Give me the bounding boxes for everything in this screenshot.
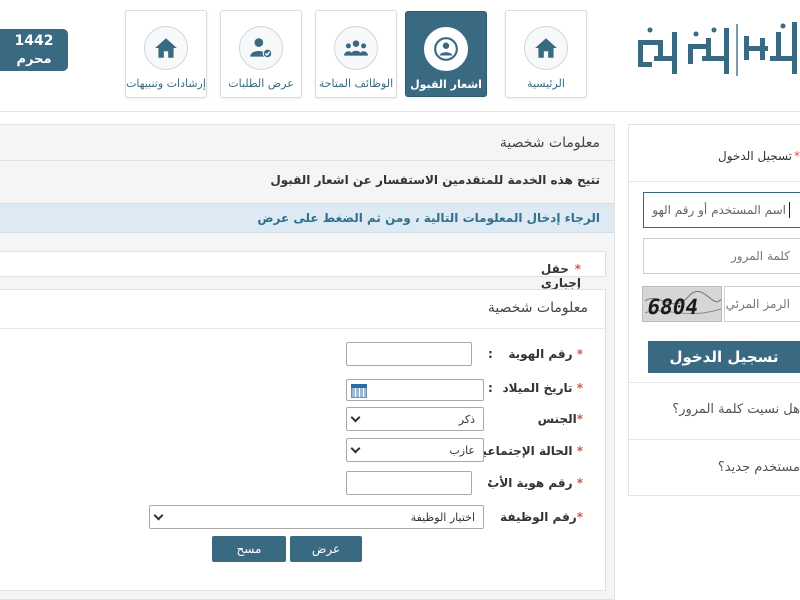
- chevron-down-icon: [350, 443, 361, 454]
- home-icon: [524, 26, 568, 70]
- personal-info-form: معلومات شخصية رقم الهوية * : تاريخ الميل…: [0, 289, 606, 591]
- divider: [0, 160, 614, 161]
- chevron-down-icon: [350, 412, 361, 423]
- forgot-password-link[interactable]: هل نسيت كلمة المرور؟: [672, 402, 800, 417]
- new-user-link[interactable]: مستخدم جديد؟: [718, 460, 800, 475]
- nav-home[interactable]: الرئيسية: [505, 10, 587, 98]
- chevron-down-icon: [153, 510, 164, 521]
- nav-guidelines-label: إرشادات وتنبيهات: [126, 77, 206, 90]
- hijri-date-badge: 1442 محرم: [0, 29, 68, 71]
- group-icon: [334, 26, 378, 70]
- nav-available-jobs[interactable]: الوظائف المتاحة: [315, 10, 397, 98]
- birth-date-label: تاريخ الميلاد *: [502, 381, 583, 395]
- colon: :: [488, 381, 493, 395]
- login-button[interactable]: تسجيل الدخول: [648, 341, 800, 373]
- acceptance-icon: [424, 27, 468, 71]
- nav-acceptance-label: اشعار القبول: [410, 78, 482, 91]
- divider: [0, 328, 605, 329]
- gender-value: ذكر: [458, 412, 475, 426]
- hijri-year: 1442: [14, 33, 54, 49]
- nav-available-jobs-label: الوظائف المتاحة: [318, 77, 394, 90]
- login-title: تسجيل الدخول *: [718, 149, 800, 163]
- nav-view-applications-label: عرض الطلبات: [228, 77, 294, 90]
- job-number-value: اختيار الوظيفة: [410, 510, 475, 524]
- clear-button[interactable]: مسح: [212, 536, 286, 562]
- calendar-icon[interactable]: [351, 384, 367, 398]
- id-number-label: رقم الهوية *: [508, 347, 583, 361]
- text-caret: [789, 202, 790, 218]
- username-input[interactable]: اسم المستخدم أو رقم الهو: [643, 192, 800, 228]
- marital-status-label: الحالة الإجتماعية *: [475, 444, 583, 458]
- divider: [629, 181, 800, 182]
- home-icon: [144, 26, 188, 70]
- nav-guidelines[interactable]: إرشادات وتنبيهات: [125, 10, 207, 98]
- colon: :: [488, 476, 493, 490]
- father-id-label: رقم هوية الأب *: [487, 476, 583, 490]
- divider: [628, 382, 800, 383]
- captcha-input[interactable]: الرمز المرئي: [724, 286, 800, 322]
- site-logo[interactable]: [632, 18, 800, 88]
- nav-home-label: الرئيسية: [527, 77, 565, 90]
- job-number-select[interactable]: اختيار الوظيفة: [149, 505, 484, 529]
- user-check-icon: [239, 26, 283, 70]
- header: 1442 محرم الرئيسية اشعار القبول الوظائف …: [0, 0, 800, 112]
- required-note-box: * حقل إجباري: [0, 251, 606, 290]
- marital-status-value: عازب: [449, 443, 475, 457]
- captcha-text: 6804: [645, 294, 700, 319]
- info-alert-text: الرجاء إدخال المعلومات التالية ، ومن ثم …: [257, 211, 600, 225]
- gender-label: الجنس*: [537, 412, 583, 426]
- divider: [628, 439, 800, 440]
- nav-acceptance-notice[interactable]: اشعار القبول: [405, 11, 487, 97]
- id-number-input[interactable]: [346, 342, 472, 366]
- form-title: معلومات شخصية: [487, 300, 588, 316]
- captcha-image: 6804: [642, 286, 722, 322]
- password-input[interactable]: كلمة المرور: [643, 238, 800, 274]
- main-panel: معلومات شخصية تتيح هذه الخدمة للمتقدمين …: [0, 124, 615, 600]
- father-id-input[interactable]: [346, 471, 472, 495]
- captcha-label: الرمز المرئي: [725, 297, 790, 311]
- password-placeholder: كلمة المرور: [730, 249, 790, 263]
- submit-button[interactable]: عرض: [290, 536, 362, 562]
- colon: :: [488, 347, 493, 361]
- panel-title: معلومات شخصية: [499, 135, 600, 151]
- marital-status-select[interactable]: عازب: [346, 438, 484, 462]
- service-description: تتيح هذه الخدمة للمتقدمين الاستفسار عن ا…: [270, 173, 600, 187]
- hijri-month: محرم: [16, 52, 52, 67]
- nav-view-applications[interactable]: عرض الطلبات: [220, 10, 302, 98]
- gender-select[interactable]: ذكر: [346, 407, 484, 431]
- birth-date-input[interactable]: [346, 379, 484, 401]
- job-number-label: رقم الوظيفة*: [500, 510, 583, 524]
- username-placeholder: اسم المستخدم أو رقم الهو: [652, 203, 786, 217]
- info-alert: الرجاء إدخال المعلومات التالية ، ومن ثم …: [0, 203, 614, 233]
